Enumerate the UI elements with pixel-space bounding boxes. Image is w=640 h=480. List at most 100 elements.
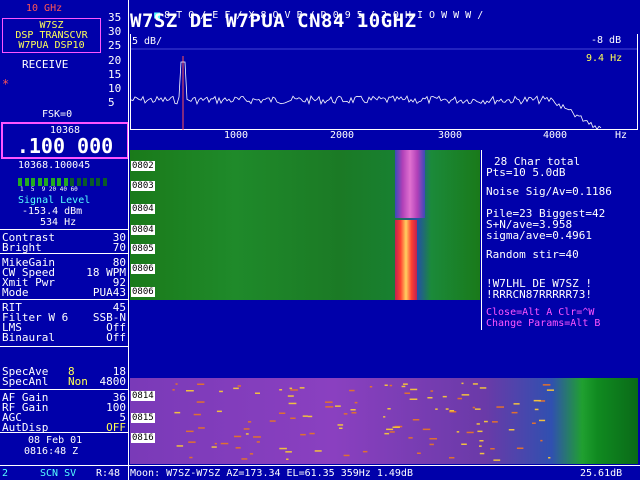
stats-panel: 28 Char total Pts=10 5.0dB Noise Sig/Av=… — [481, 150, 638, 330]
waterfall-speckle — [479, 445, 482, 447]
band-label: 10 GHz — [26, 3, 63, 14]
waterfall-speckle — [186, 390, 194, 392]
signal-meter-segment — [63, 178, 68, 186]
waterfall-speckle — [290, 417, 296, 419]
waterfall-speckle — [532, 422, 536, 424]
signal-meter-segment — [24, 178, 29, 186]
waterfall-speckle — [241, 458, 248, 460]
waterfall-speckle — [362, 450, 368, 453]
waterfall-lower[interactable]: 0814 0815 0816 — [130, 378, 638, 464]
waterfall-speckle — [410, 388, 418, 391]
waterfall-speckle — [409, 398, 418, 400]
waterfall-speckle — [546, 389, 554, 391]
scale-value: 10 — [108, 82, 122, 95]
waterfall-speckle — [339, 427, 343, 429]
signal-meter-segment — [70, 178, 74, 186]
setting-label: Binaural — [2, 331, 55, 344]
setting-row[interactable]: SpecAnl Non 4800 — [2, 376, 126, 387]
signal-meter-segment — [31, 178, 35, 186]
divider — [0, 229, 128, 230]
setting-row[interactable]: Bright 70 — [2, 242, 126, 253]
scale-value: 25 — [108, 39, 122, 53]
waterfall-speckle — [288, 402, 297, 405]
waterfall-speckle — [476, 423, 480, 425]
waterfall-speckle — [474, 408, 481, 410]
waterfall-speckle — [245, 433, 249, 435]
setting-row[interactable]: Mode PUA43 — [2, 287, 126, 298]
waterfall-speckle — [445, 408, 449, 410]
asterisk-icon: * — [2, 77, 10, 91]
dsp10-screen: 10 GHz 35 30 25 20 15 10 5 ■ 8 T O / E F / X 8 … — [0, 0, 640, 480]
waterfall-speckle — [343, 413, 348, 415]
waterfall-speckle — [442, 395, 447, 398]
signal-meter-segment — [37, 178, 42, 186]
waterfall-time-label: 0806 — [131, 264, 155, 274]
setting-value: 70 — [112, 241, 126, 254]
waterfall-speckle — [198, 427, 205, 429]
waterfall-speckle — [456, 431, 460, 433]
waterfall-speckle — [279, 412, 286, 414]
waterfall-upper[interactable]: 0802 0803 0804 0804 0805 0806 0806 — [130, 150, 480, 300]
waterfall-speckle — [548, 457, 551, 459]
waterfall-speckle — [401, 385, 406, 388]
waterfall-speckle — [422, 428, 431, 431]
close-hint[interactable]: Close=Alt A Clr=^W — [486, 308, 594, 318]
waterfall-speckle — [234, 435, 242, 438]
setting-mid: Non — [68, 375, 88, 388]
station-title: W7SZ DE W7PUA CN84 10GHZ — [130, 10, 417, 32]
waterfall-speckle — [287, 395, 294, 397]
waterfall-speckle — [484, 420, 488, 423]
waterfall-speckle — [235, 447, 241, 449]
signal-meter-segment — [76, 178, 81, 186]
signal-meter-segment — [44, 178, 48, 186]
waterfall-speckle — [472, 406, 476, 409]
waterfall-speckle — [508, 429, 515, 431]
waterfall-speckle — [172, 389, 175, 391]
waterfall-speckle — [197, 383, 205, 385]
waterfall-speckle — [386, 428, 394, 431]
waterfall-speckle — [490, 448, 495, 450]
waterfall-speckle — [389, 431, 395, 433]
signal-meter-segment — [89, 178, 94, 186]
waterfall-speckle — [211, 446, 217, 448]
waterfall-lower-speckles — [172, 382, 554, 461]
waterfall-speckle — [175, 383, 178, 385]
signal-meter-segment — [18, 178, 22, 186]
waterfall-speckle — [496, 406, 504, 408]
waterfall-speckle — [427, 397, 433, 399]
signal-meter-segment — [50, 178, 55, 186]
signal-meter-scale: 1 5 9 20 40 60 — [20, 186, 78, 193]
signal-trace-strong — [395, 220, 417, 300]
signal-trace-upper — [395, 150, 425, 218]
setting-row[interactable]: Binaural Off — [2, 332, 126, 343]
scale-value: 5 — [108, 96, 115, 110]
divider — [0, 389, 128, 390]
waterfall-speckle — [479, 440, 484, 442]
waterfall-speckle — [461, 443, 467, 445]
change-params-hint[interactable]: Change Params=Alt B — [486, 319, 600, 329]
frequency-display[interactable]: 10368 .100 000 — [1, 122, 129, 159]
waterfall-speckle — [325, 406, 334, 408]
scale-value: 15 — [108, 67, 122, 81]
waterfall-speckle — [335, 405, 341, 407]
waterfall-speckle — [408, 437, 413, 439]
waterfall-time-label: 0806 — [131, 287, 155, 297]
waterfall-speckle — [214, 442, 217, 445]
signal-meter — [18, 178, 110, 186]
decoded-line2: !RRRCN87RRRRR73! — [486, 288, 592, 301]
waterfall-speckle — [286, 458, 289, 460]
waterfall-speckle — [285, 451, 292, 453]
frequency-khz: .100 000 — [16, 134, 114, 158]
setting-label: SpecAnl — [2, 375, 49, 388]
waterfall-speckle — [354, 401, 358, 404]
spectrum-trace — [131, 48, 637, 130]
status-scn: SCN SV — [40, 468, 77, 479]
waterfall-speckle — [369, 386, 373, 388]
divider — [0, 432, 128, 433]
waterfall-speckle — [216, 410, 222, 413]
waterfall-speckle — [300, 433, 306, 436]
brand-box: W7SZ DSP TRANSCVR W7PUA DSP10 — [2, 18, 101, 53]
stats-pts: Pts=10 5.0dB — [486, 166, 566, 179]
waterfall-speckle — [343, 454, 350, 457]
spectrum-plot[interactable]: 5 dB/ -8 dB 9.4 Hz — [130, 34, 638, 130]
